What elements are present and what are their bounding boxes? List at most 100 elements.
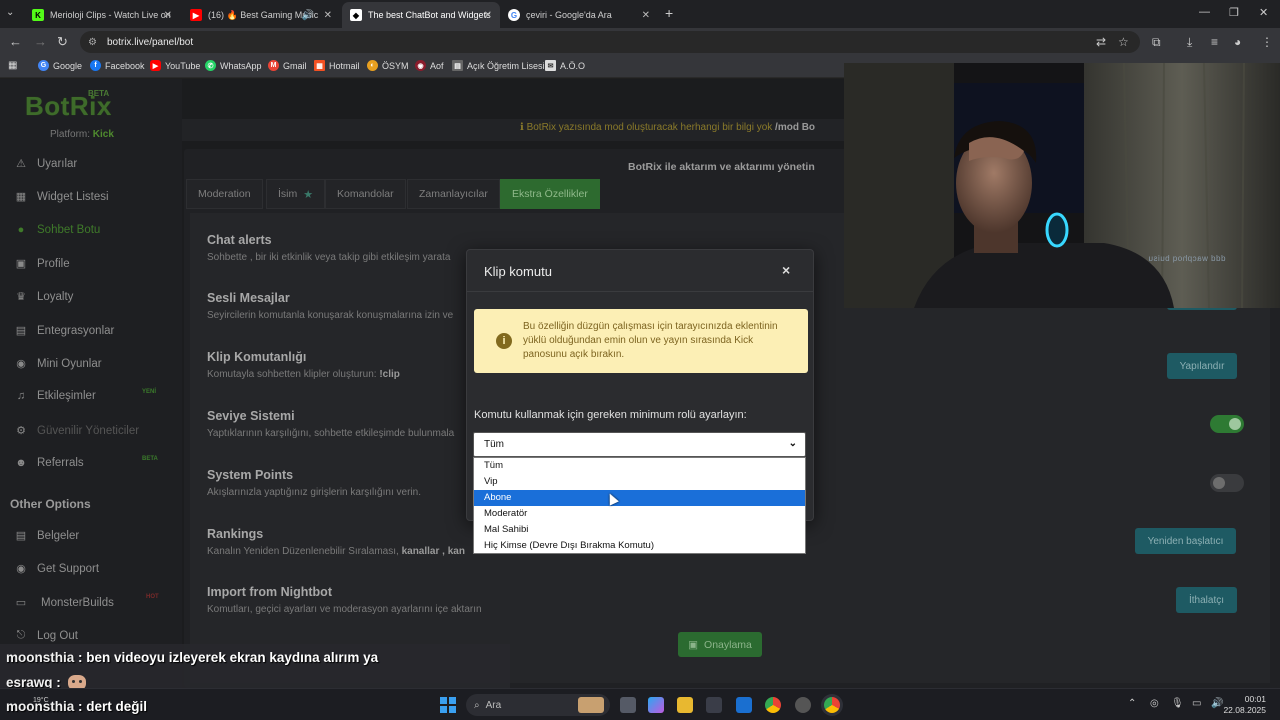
platform-value: Kick	[92, 129, 114, 140]
tab-name[interactable]: İsim ★	[266, 179, 326, 209]
tab-extra-features[interactable]: Ekstra Özellikler	[500, 179, 600, 209]
sidebar-item-docs[interactable]: ▤ Belgeler	[14, 529, 79, 543]
bookmark-star-icon[interactable]: ☆	[1118, 35, 1129, 49]
sidebar-item-referrals[interactable]: ☻ Referrals	[14, 457, 83, 469]
bookmark-aol[interactable]: ▤ Açık Öğretim Lisesi	[452, 60, 545, 71]
level-system-toggle[interactable]	[1210, 415, 1244, 433]
tray-chevron-icon[interactable]: ⌃	[1128, 698, 1136, 709]
sidebar-item-mini-games[interactable]: ◉ Mini Oyunlar	[14, 357, 101, 371]
download-icon[interactable]: ⤓	[1187, 35, 1192, 50]
bookmark-google[interactable]: G Google	[38, 60, 82, 71]
sidebar-item-chat-bot[interactable]: ● Sohbet Botu	[14, 224, 101, 236]
tab-youtube[interactable]: ▶ (16) 🔥 Best Gaming Music 🔊 ✕	[182, 2, 340, 28]
sidebar-item-logout[interactable]: ⎋ Log Out	[14, 629, 78, 642]
tab-timers[interactable]: Zamanlayıcılar	[407, 179, 500, 209]
close-icon[interactable]: ×	[782, 262, 790, 278]
clock[interactable]: 00:01 22.08.2025	[1210, 694, 1266, 716]
search-highlight-icon	[578, 697, 604, 713]
copilot-icon[interactable]	[648, 697, 664, 713]
save-button[interactable]: ▣ Onaylama	[678, 632, 762, 657]
aol-icon: ▤	[452, 60, 463, 71]
close-icon[interactable]: ✕	[484, 10, 492, 21]
task-view-icon[interactable]	[620, 697, 636, 713]
site-info-icon[interactable]: ⚙	[88, 37, 97, 48]
windows-start-icon[interactable]	[440, 697, 456, 713]
tab-google[interactable]: G çeviri - Google'da Ara ✕	[500, 2, 658, 28]
bookmark-aoo[interactable]: ✉ A.Ö.O	[545, 60, 585, 71]
sidebar-item-profile[interactable]: ▣ Profile	[14, 257, 70, 271]
media-icon[interactable]: ≡	[1211, 35, 1218, 49]
feature-title: Sesli Mesajlar	[207, 291, 290, 305]
sidebar-item-monsterbuilds[interactable]: ▭ MonsterBuilds	[14, 596, 114, 610]
sidebar-item-loyalty[interactable]: ♛ Loyalty	[14, 290, 73, 304]
sidebar-item-support[interactable]: ◉ Get Support	[14, 562, 99, 576]
tab-botrix[interactable]: ◆ The best ChatBot and Widgets ✕	[342, 2, 500, 28]
speaker-icon[interactable]: 🔊	[302, 10, 314, 21]
role-option-nobody[interactable]: Hiç Kimse (Devre Dışı Bırakma Komutu)	[474, 538, 805, 554]
outlook-icon[interactable]	[736, 697, 752, 713]
bookmark-facebook[interactable]: f Facebook	[90, 60, 145, 71]
role-option-all[interactable]: Tüm	[474, 458, 805, 474]
tab-moderation[interactable]: Moderation	[186, 179, 263, 209]
role-option-owner[interactable]: Mal Sahibi	[474, 522, 805, 538]
address-bar[interactable]: ⚙ botrix.live/panel/bot	[80, 31, 1140, 53]
location-icon[interactable]: ◎	[1150, 698, 1159, 709]
profile-card-icon: ▣	[15, 258, 27, 270]
close-icon[interactable]: ✕	[642, 10, 650, 21]
role-option-moderator[interactable]: Moderatör	[474, 506, 805, 522]
feature-desc: Yaptıklarının karşılığını, sohbette etki…	[207, 428, 455, 439]
system-points-toggle[interactable]	[1210, 474, 1244, 492]
restore-icon[interactable]: ❐	[1229, 6, 1239, 19]
new-tab-icon[interactable]: +	[665, 5, 673, 21]
forward-icon[interactable]: →	[34, 34, 47, 49]
back-icon[interactable]: ←	[9, 34, 22, 49]
modal-divider	[467, 291, 813, 292]
display-icon[interactable]: ▭	[1192, 698, 1201, 709]
whatsapp-icon: ✆	[205, 60, 216, 71]
microphone-icon[interactable]: 🎙	[1171, 698, 1184, 709]
extensions-icon[interactable]: ⧉	[1152, 35, 1161, 50]
role-option-subscriber[interactable]: Abone	[474, 490, 805, 506]
logout-icon: ⎋	[16, 629, 26, 641]
file-explorer-icon[interactable]	[677, 697, 693, 713]
tab-search-icon[interactable]: ⌄	[6, 7, 14, 18]
bookmark-gmail[interactable]: M Gmail	[268, 60, 307, 71]
tab-kick[interactable]: K Merioloji Clips - Watch Live on ✕	[24, 2, 180, 28]
chrome-icon[interactable]	[765, 697, 781, 713]
tab-title: çeviri - Google'da Ara	[526, 10, 612, 20]
restart-rankings-button[interactable]: Yeniden başlatıcı	[1135, 528, 1236, 554]
sidebar-item-interactions[interactable]: ♫ Etkileşimler	[14, 390, 96, 402]
bookmark-hotmail[interactable]: ▦ Hotmail	[314, 60, 360, 71]
taskbar-search[interactable]: ⌕ Ara	[466, 694, 610, 716]
translate-icon[interactable]: ⇄	[1096, 35, 1106, 49]
sidebar-item-trusted-mods[interactable]: ⚙ Güvenilir Yöneticiler	[14, 424, 139, 438]
menu-icon[interactable]: ⋮	[1261, 35, 1273, 49]
bookmark-whatsapp[interactable]: ✆ WhatsApp	[205, 60, 262, 71]
apps-icon[interactable]: ▦	[8, 60, 17, 71]
sidebar-item-uyarilar[interactable]: ⚠ Uyarılar	[14, 157, 77, 171]
sidebar-item-integrations[interactable]: ▤ Entegrasyonlar	[14, 324, 115, 338]
bookmark-osym[interactable]: ◐ ÖSYM	[367, 60, 409, 71]
close-icon[interactable]: ✕	[164, 10, 172, 21]
bookmark-aof[interactable]: ◉ Aof	[415, 60, 444, 71]
trophy-icon: ♛	[16, 291, 26, 303]
app-icon[interactable]	[795, 697, 811, 713]
import-button[interactable]: İthalatçı	[1176, 587, 1237, 613]
min-role-select[interactable]: Tüm ⌄	[473, 432, 806, 457]
feature-desc: Sohbette , bir iki etkinlik veya takip g…	[207, 252, 451, 263]
feature-desc: Kanalın Yeniden Düzenlenebilir Sıralamas…	[207, 546, 465, 557]
chrome-active-icon[interactable]	[824, 697, 840, 713]
feature-title: System Points	[207, 468, 294, 482]
minimize-icon[interactable]: —	[1199, 6, 1210, 18]
sidebar-item-widget-list[interactable]: ▦ Widget Listesi	[14, 190, 109, 204]
profile-icon[interactable]: ◕	[1234, 35, 1241, 49]
reload-icon[interactable]: ↻	[57, 34, 68, 50]
close-icon[interactable]: ✕	[324, 10, 332, 21]
tab-commands[interactable]: Komandolar	[325, 179, 406, 209]
feature-desc: Komutları, geçici ayarları ve moderasyon…	[207, 604, 482, 615]
store-icon[interactable]	[706, 697, 722, 713]
configure-clip-button[interactable]: Yapılandır	[1167, 353, 1237, 379]
role-option-vip[interactable]: Vip	[474, 474, 805, 490]
bookmark-youtube[interactable]: ▶ YouTube	[150, 60, 200, 71]
window-close-icon[interactable]: ✕	[1259, 6, 1268, 19]
